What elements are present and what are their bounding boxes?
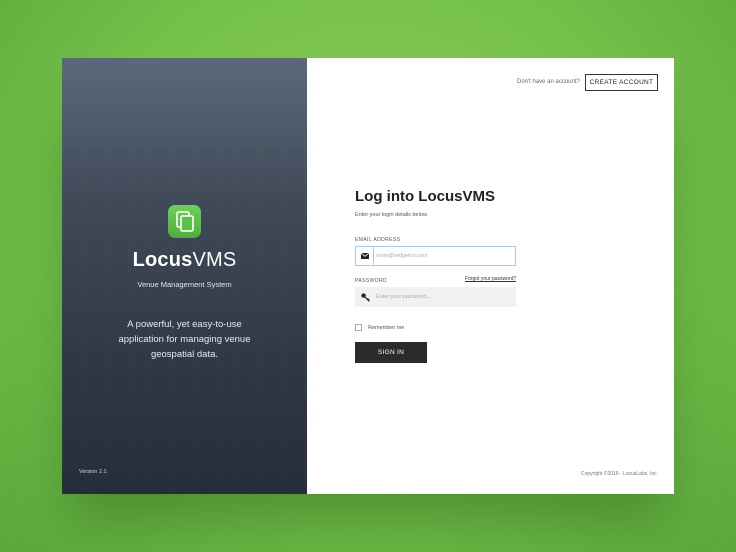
email-label: EMAIL ADDRESS	[355, 237, 401, 243]
account-question: Don't have an account?	[517, 79, 580, 85]
sign-in-button[interactable]: SIGN IN	[355, 342, 427, 363]
brand-name: LocusVMS	[62, 249, 307, 272]
email-field[interactable]	[355, 246, 516, 266]
brand-description: A powerful, yet easy-to-use application …	[118, 319, 251, 360]
remember-label[interactable]: Remember me	[368, 325, 404, 331]
brand-name-light: VMS	[192, 249, 237, 271]
password-input[interactable]	[374, 288, 515, 306]
email-input[interactable]	[374, 247, 515, 265]
key-icon	[356, 288, 374, 306]
brand-name-bold: Locus	[132, 249, 193, 271]
create-account-button[interactable]: CREATE ACCOUNT	[585, 74, 658, 91]
copyright-text: Copyright ©2016 · LocusLabs, Inc.	[581, 471, 659, 477]
envelope-icon	[356, 247, 374, 265]
login-card: LocusVMS Venue Management System A power…	[62, 58, 674, 494]
page-subtitle: Enter your login details below.	[355, 212, 429, 218]
page-title: Log into LocusVMS	[355, 188, 495, 205]
password-field[interactable]	[355, 287, 516, 307]
remember-checkbox[interactable]	[355, 324, 362, 331]
app-logo-icon	[168, 205, 201, 238]
remember-me: Remember me	[355, 324, 404, 331]
forgot-password-link[interactable]: Forgot your password?	[465, 276, 516, 282]
password-label: PASSWORD	[355, 278, 387, 284]
version-label: Version 2.1	[79, 469, 107, 475]
brand-panel: LocusVMS Venue Management System A power…	[62, 58, 307, 494]
login-panel: Don't have an account? CREATE ACCOUNT Lo…	[307, 58, 674, 494]
brand-tagline: Venue Management System	[137, 280, 232, 289]
